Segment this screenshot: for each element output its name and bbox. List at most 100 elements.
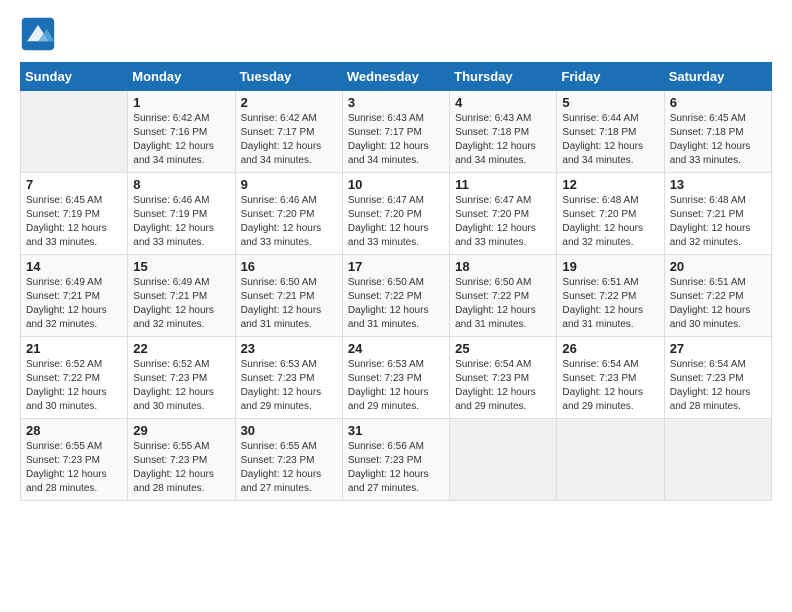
logo-icon	[20, 16, 56, 52]
day-cell: 2 Sunrise: 6:42 AMSunset: 7:17 PMDaylight…	[235, 91, 342, 173]
day-info: Sunrise: 6:52 AMSunset: 7:23 PMDaylight:…	[133, 358, 230, 414]
day-info: Sunrise: 6:53 AMSunset: 7:23 PMDaylight:…	[348, 358, 445, 414]
day-number: 19	[562, 259, 659, 274]
day-number: 5	[562, 95, 659, 110]
week-row-4: 21 Sunrise: 6:52 AMSunset: 7:22 PMDayligh…	[21, 337, 772, 419]
day-cell: 12 Sunrise: 6:48 AMSunset: 7:20 PMDayligh…	[557, 173, 664, 255]
day-cell: 6 Sunrise: 6:45 AMSunset: 7:18 PMDaylight…	[664, 91, 771, 173]
day-number: 21	[26, 341, 123, 356]
day-cell: 26 Sunrise: 6:54 AMSunset: 7:23 PMDayligh…	[557, 337, 664, 419]
day-cell: 14Sunrise: 6:49 AMSunset: 7:21 PMDayligh…	[21, 255, 128, 337]
day-info: Sunrise: 6:52 AMSunset: 7:22 PMDaylight:…	[26, 358, 123, 414]
week-row-5: 28 Sunrise: 6:55 AMSunset: 7:23 PMDayligh…	[21, 419, 772, 501]
day-info: Sunrise: 6:48 AMSunset: 7:20 PMDaylight:…	[562, 194, 659, 250]
day-info: Sunrise: 6:42 AMSunset: 7:17 PMDaylight:…	[241, 112, 338, 168]
day-cell: 30 Sunrise: 6:55 AMSunset: 7:23 PMDayligh…	[235, 419, 342, 501]
day-cell: 15 Sunrise: 6:49 AMSunset: 7:21 PMDayligh…	[128, 255, 235, 337]
day-info: Sunrise: 6:55 AMSunset: 7:23 PMDaylight:…	[241, 440, 338, 496]
day-info: Sunrise: 6:44 AMSunset: 7:18 PMDaylight:…	[562, 112, 659, 168]
day-number: 27	[670, 341, 767, 356]
day-cell: 21 Sunrise: 6:52 AMSunset: 7:22 PMDayligh…	[21, 337, 128, 419]
day-cell: 8 Sunrise: 6:46 AMSunset: 7:19 PMDaylight…	[128, 173, 235, 255]
week-row-3: 14Sunrise: 6:49 AMSunset: 7:21 PMDayligh…	[21, 255, 772, 337]
day-cell: 25Sunrise: 6:54 AMSunset: 7:23 PMDayligh…	[450, 337, 557, 419]
day-number: 12	[562, 177, 659, 192]
day-info: Sunrise: 6:49 AMSunset: 7:21 PMDaylight:…	[26, 276, 123, 332]
day-info: Sunrise: 6:49 AMSunset: 7:21 PMDaylight:…	[133, 276, 230, 332]
day-number: 16	[241, 259, 338, 274]
day-number: 26	[562, 341, 659, 356]
day-info: Sunrise: 6:55 AMSunset: 7:23 PMDaylight:…	[26, 440, 123, 496]
day-number: 22	[133, 341, 230, 356]
day-cell: 20 Sunrise: 6:51 AMSunset: 7:22 PMDayligh…	[664, 255, 771, 337]
day-number: 10	[348, 177, 445, 192]
day-info: Sunrise: 6:55 AMSunset: 7:23 PMDaylight:…	[133, 440, 230, 496]
calendar-page: SundayMondayTuesdayWednesdayThursdayFrid…	[0, 0, 792, 612]
day-cell: 13Sunrise: 6:48 AMSunset: 7:21 PMDayligh…	[664, 173, 771, 255]
day-number: 23	[241, 341, 338, 356]
day-info: Sunrise: 6:56 AMSunset: 7:23 PMDaylight:…	[348, 440, 445, 496]
day-number: 17	[348, 259, 445, 274]
day-number: 6	[670, 95, 767, 110]
calendar-table: SundayMondayTuesdayWednesdayThursdayFrid…	[20, 62, 772, 501]
day-number: 30	[241, 423, 338, 438]
day-cell: 10 Sunrise: 6:47 AMSunset: 7:20 PMDayligh…	[342, 173, 449, 255]
weekday-header-tuesday: Tuesday	[235, 63, 342, 91]
day-number: 20	[670, 259, 767, 274]
day-info: Sunrise: 6:46 AMSunset: 7:20 PMDaylight:…	[241, 194, 338, 250]
day-number: 7	[26, 177, 123, 192]
day-cell: 17 Sunrise: 6:50 AMSunset: 7:22 PMDayligh…	[342, 255, 449, 337]
weekday-header-saturday: Saturday	[664, 63, 771, 91]
weekday-header-friday: Friday	[557, 63, 664, 91]
day-info: Sunrise: 6:51 AMSunset: 7:22 PMDaylight:…	[670, 276, 767, 332]
day-cell: 27 Sunrise: 6:54 AMSunset: 7:23 PMDayligh…	[664, 337, 771, 419]
day-info: Sunrise: 6:47 AMSunset: 7:20 PMDaylight:…	[455, 194, 552, 250]
day-number: 25	[455, 341, 552, 356]
day-info: Sunrise: 6:50 AMSunset: 7:22 PMDaylight:…	[348, 276, 445, 332]
day-cell: 31 Sunrise: 6:56 AMSunset: 7:23 PMDayligh…	[342, 419, 449, 501]
logo	[20, 16, 62, 52]
day-cell	[557, 419, 664, 501]
day-cell: 11 Sunrise: 6:47 AMSunset: 7:20 PMDayligh…	[450, 173, 557, 255]
day-cell: 1Sunrise: 6:42 AMSunset: 7:16 PMDaylight…	[128, 91, 235, 173]
day-info: Sunrise: 6:43 AMSunset: 7:17 PMDaylight:…	[348, 112, 445, 168]
day-cell: 24Sunrise: 6:53 AMSunset: 7:23 PMDayligh…	[342, 337, 449, 419]
day-number: 28	[26, 423, 123, 438]
day-info: Sunrise: 6:43 AMSunset: 7:18 PMDaylight:…	[455, 112, 552, 168]
day-number: 8	[133, 177, 230, 192]
weekday-row: SundayMondayTuesdayWednesdayThursdayFrid…	[21, 63, 772, 91]
day-cell: 19 Sunrise: 6:51 AMSunset: 7:22 PMDayligh…	[557, 255, 664, 337]
day-cell: 9Sunrise: 6:46 AMSunset: 7:20 PMDaylight…	[235, 173, 342, 255]
day-cell: 23Sunrise: 6:53 AMSunset: 7:23 PMDayligh…	[235, 337, 342, 419]
day-number: 13	[670, 177, 767, 192]
calendar-header: SundayMondayTuesdayWednesdayThursdayFrid…	[21, 63, 772, 91]
day-number: 2	[241, 95, 338, 110]
day-cell: 5 Sunrise: 6:44 AMSunset: 7:18 PMDaylight…	[557, 91, 664, 173]
day-number: 1	[133, 95, 230, 110]
day-cell: 29Sunrise: 6:55 AMSunset: 7:23 PMDayligh…	[128, 419, 235, 501]
day-cell: 28 Sunrise: 6:55 AMSunset: 7:23 PMDayligh…	[21, 419, 128, 501]
day-info: Sunrise: 6:46 AMSunset: 7:19 PMDaylight:…	[133, 194, 230, 250]
day-number: 4	[455, 95, 552, 110]
day-cell: 4 Sunrise: 6:43 AMSunset: 7:18 PMDaylight…	[450, 91, 557, 173]
day-cell	[21, 91, 128, 173]
weekday-header-wednesday: Wednesday	[342, 63, 449, 91]
day-info: Sunrise: 6:47 AMSunset: 7:20 PMDaylight:…	[348, 194, 445, 250]
day-number: 15	[133, 259, 230, 274]
weekday-header-thursday: Thursday	[450, 63, 557, 91]
day-info: Sunrise: 6:50 AMSunset: 7:22 PMDaylight:…	[455, 276, 552, 332]
weekday-header-monday: Monday	[128, 63, 235, 91]
day-cell: 18 Sunrise: 6:50 AMSunset: 7:22 PMDayligh…	[450, 255, 557, 337]
day-info: Sunrise: 6:51 AMSunset: 7:22 PMDaylight:…	[562, 276, 659, 332]
day-number: 18	[455, 259, 552, 274]
day-cell: 16 Sunrise: 6:50 AMSunset: 7:21 PMDayligh…	[235, 255, 342, 337]
day-cell: 7Sunrise: 6:45 AMSunset: 7:19 PMDaylight…	[21, 173, 128, 255]
day-info: Sunrise: 6:54 AMSunset: 7:23 PMDaylight:…	[670, 358, 767, 414]
day-number: 11	[455, 177, 552, 192]
day-info: Sunrise: 6:54 AMSunset: 7:23 PMDaylight:…	[562, 358, 659, 414]
week-row-1: 1Sunrise: 6:42 AMSunset: 7:16 PMDaylight…	[21, 91, 772, 173]
day-info: Sunrise: 6:50 AMSunset: 7:21 PMDaylight:…	[241, 276, 338, 332]
day-info: Sunrise: 6:45 AMSunset: 7:18 PMDaylight:…	[670, 112, 767, 168]
calendar-body: 1Sunrise: 6:42 AMSunset: 7:16 PMDaylight…	[21, 91, 772, 501]
day-number: 31	[348, 423, 445, 438]
